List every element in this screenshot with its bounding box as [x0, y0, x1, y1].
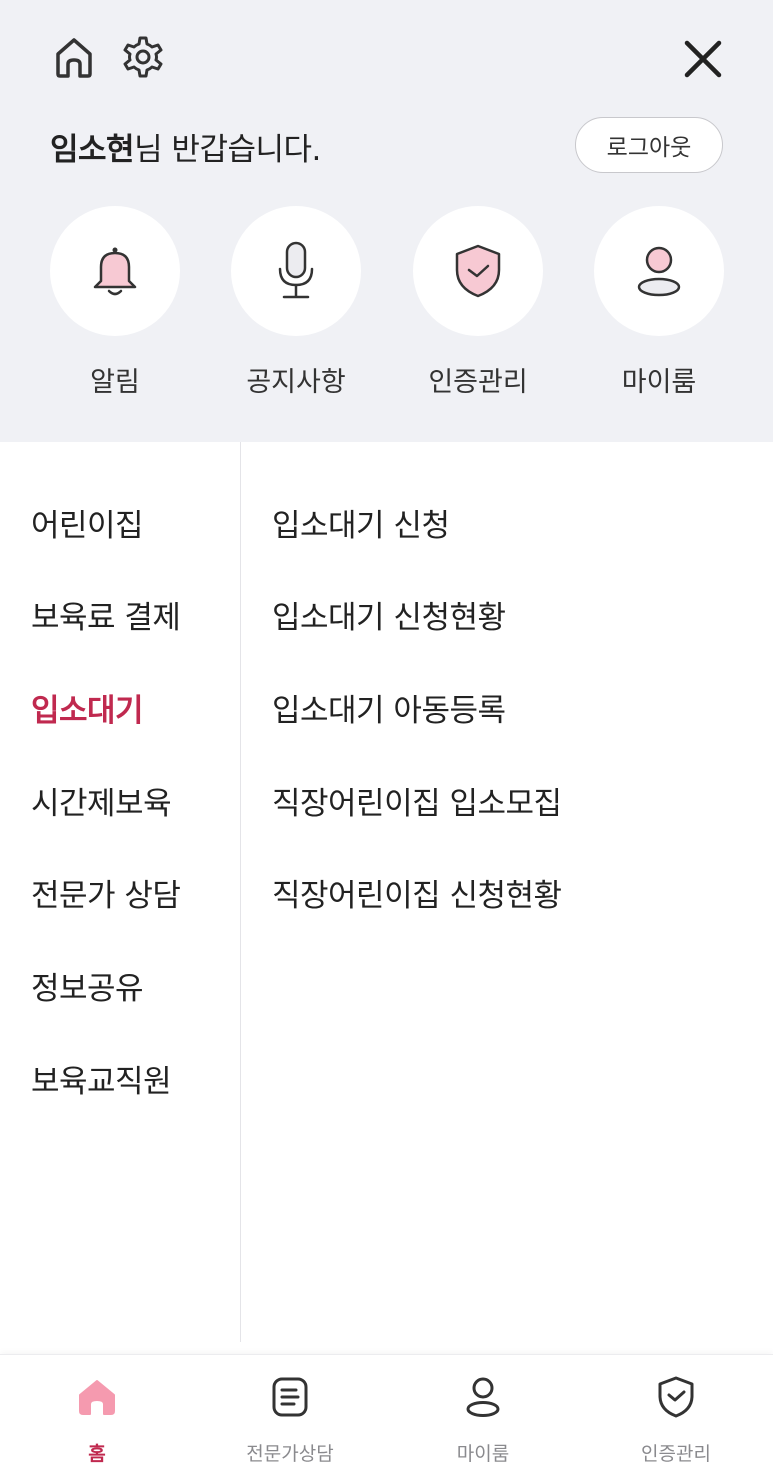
submenu-item-workplace-recruit[interactable]: 직장어린이집 입소모집	[272, 778, 562, 823]
category-item-info-share[interactable]: 정보공유	[31, 963, 144, 1008]
close-icon[interactable]	[676, 32, 730, 86]
tab-label: 전문가상담	[246, 1443, 334, 1465]
logout-button[interactable]: 로그아웃	[575, 117, 723, 173]
quick-menu-label: 마이룸	[621, 367, 697, 398]
user-icon	[637, 246, 681, 297]
menu-header: 임소현님 반갑습니다. 로그아웃 알림 공지사항 인증관리 마이룸	[0, 0, 773, 442]
document-icon	[272, 1377, 308, 1417]
quick-menu-circle	[231, 206, 361, 336]
quick-menu-certification[interactable]: 인증관리	[412, 206, 544, 399]
tab-expert-consult[interactable]: 전문가상담	[230, 1373, 350, 1466]
tab-home[interactable]: 홈	[37, 1373, 157, 1466]
user-name: 임소현	[50, 132, 135, 168]
category-item-fee-payment[interactable]: 보육료 결제	[31, 592, 181, 637]
quick-menu-circle	[50, 206, 180, 336]
home-icon[interactable]	[50, 32, 98, 82]
user-icon	[466, 1377, 500, 1417]
category-item-daycare[interactable]: 어린이집	[31, 500, 144, 545]
category-item-expert-consult[interactable]: 전문가 상담	[31, 870, 181, 915]
submenu-item-child-register[interactable]: 입소대기 아동등록	[272, 685, 506, 730]
quick-menu-notices[interactable]: 공지사항	[230, 206, 362, 399]
submenu-item-apply-status[interactable]: 입소대기 신청현황	[272, 592, 506, 637]
quick-menu-label: 공지사항	[246, 367, 346, 398]
tab-myroom[interactable]: 마이룸	[423, 1373, 543, 1466]
tab-label: 인증관리	[641, 1443, 711, 1465]
tab-label: 마이룸	[456, 1443, 510, 1465]
shield-check-icon	[658, 1376, 694, 1418]
bell-icon	[93, 247, 137, 296]
greeting-suffix: 님 반갑습니다.	[134, 132, 321, 168]
quick-menu-label: 인증관리	[428, 367, 528, 398]
tab-label: 홈	[88, 1443, 106, 1465]
shield-check-icon	[455, 244, 501, 298]
submenu-item-apply[interactable]: 입소대기 신청	[272, 500, 450, 545]
quick-menu-notifications[interactable]: 알림	[49, 206, 181, 399]
greeting-text: 임소현님 반갑습니다.	[50, 124, 321, 169]
quick-menu-myroom[interactable]: 마이룸	[593, 206, 725, 399]
gear-icon[interactable]	[118, 32, 168, 82]
quick-menu-label: 알림	[90, 367, 140, 398]
menu-divider	[240, 442, 241, 1342]
quick-menu-circle	[594, 206, 724, 336]
category-item-hourly-care[interactable]: 시간제보육	[31, 778, 172, 823]
microphone-icon	[278, 241, 314, 299]
category-item-waitlist[interactable]: 입소대기	[31, 685, 144, 730]
quick-menu-circle	[413, 206, 543, 336]
home-icon	[79, 1380, 115, 1415]
submenu-item-workplace-status[interactable]: 직장어린이집 신청현황	[272, 870, 562, 915]
category-item-staff[interactable]: 보육교직원	[31, 1056, 172, 1101]
bottom-tab-bar: 홈 전문가상담 마이룸 인증관리	[0, 1354, 773, 1476]
tab-certification[interactable]: 인증관리	[616, 1373, 736, 1466]
